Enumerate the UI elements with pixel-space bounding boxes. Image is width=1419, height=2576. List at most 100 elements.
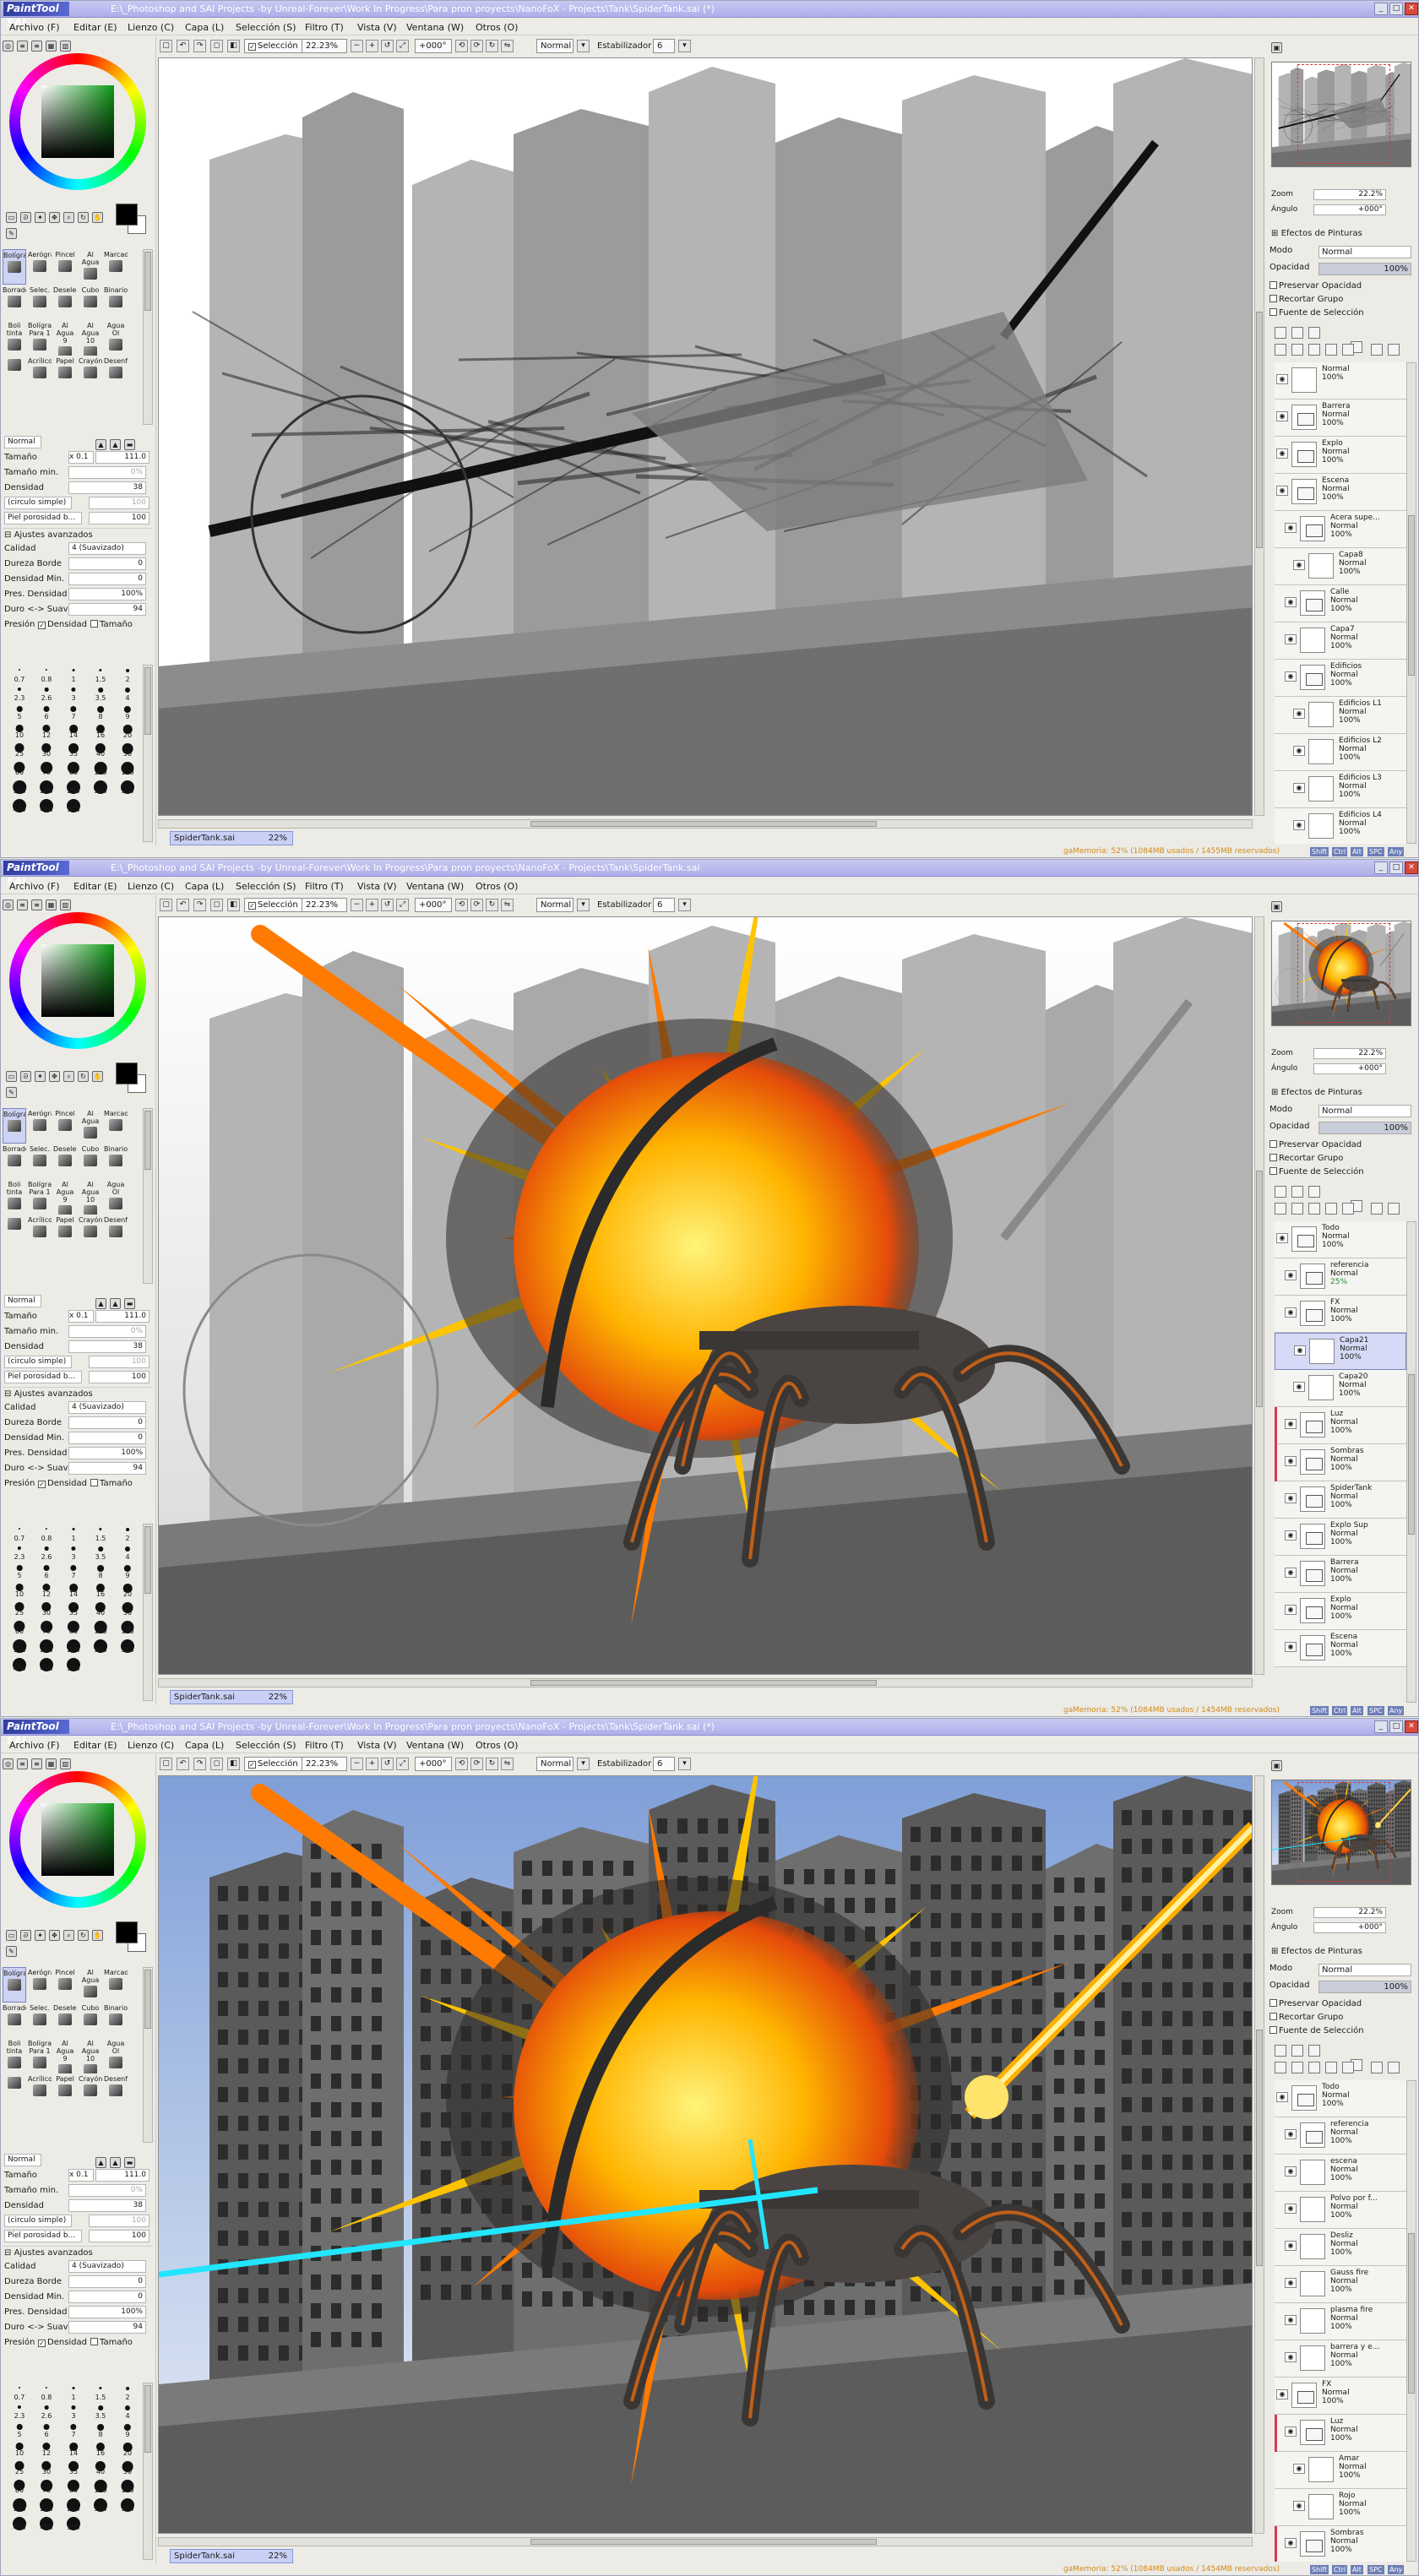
- new-linework-icon[interactable]: [1291, 1186, 1303, 1198]
- zoom-in-icon[interactable]: +: [366, 40, 378, 52]
- visibility-eye-icon[interactable]: ◉: [1285, 1530, 1297, 1541]
- brush-size-preset[interactable]: 30: [33, 2457, 60, 2475]
- rotate-reset-icon[interactable]: ↻: [486, 40, 498, 52]
- canvas-horizontal-scrollbar[interactable]: [158, 1678, 1253, 1687]
- brush-mode-select[interactable]: Normal: [4, 2154, 41, 2166]
- tool-scrollbar[interactable]: [143, 1967, 153, 2143]
- stabilizer-field[interactable]: 6: [653, 1757, 675, 1771]
- brush-size-preset[interactable]: 0.8: [33, 2383, 60, 2401]
- zoom-icon[interactable]: ⌕: [63, 1071, 74, 1082]
- layer-item[interactable]: ◉ Sombras Normal 100%: [1275, 1444, 1406, 1481]
- brush-size-preset[interactable]: 450: [33, 2513, 60, 2531]
- foreground-color-swatch[interactable]: [116, 1921, 138, 1943]
- zoom-out-icon[interactable]: −: [351, 40, 363, 52]
- layer-item[interactable]: ◉ Capa8 Normal 100%: [1275, 548, 1406, 585]
- zoom-out-icon[interactable]: −: [351, 1758, 363, 1770]
- menu-capa[interactable]: Capa (L): [185, 1740, 224, 1751]
- rotate-icon[interactable]: ↻: [78, 1930, 89, 1941]
- rotate-icon[interactable]: ↻: [78, 1071, 89, 1082]
- brush-size-preset[interactable]: 10: [6, 720, 33, 739]
- visibility-eye-icon[interactable]: ◉: [1285, 2352, 1297, 2362]
- zoom-field[interactable]: 22.23%: [302, 39, 347, 53]
- density-value[interactable]: 38: [68, 1340, 146, 1353]
- size-value[interactable]: 111.0: [95, 451, 150, 464]
- menu-vista[interactable]: Vista (V): [357, 881, 397, 892]
- link-icon[interactable]: [1388, 1203, 1400, 1215]
- brush-size-preset[interactable]: 7: [60, 702, 87, 720]
- document-tab[interactable]: SpiderTank.sai 22%: [170, 831, 293, 845]
- brush-size-preset[interactable]: 60: [6, 1617, 33, 1635]
- pressure-density-toggle[interactable]: ✓ Densidad: [38, 2338, 87, 2347]
- visibility-eye-icon[interactable]: ◉: [1285, 2204, 1297, 2214]
- rgb-mode-icon[interactable]: ≡: [17, 1758, 28, 1769]
- shape-select[interactable]: (circulo simple): [4, 497, 72, 509]
- maximize-button[interactable]: □: [1389, 1720, 1403, 1733]
- zoom-reset-icon[interactable]: ↺: [381, 40, 394, 52]
- layer-item[interactable]: ◉ Edificios L2 Normal 100%: [1275, 734, 1406, 771]
- nav-zoom-value[interactable]: 22.2%: [1313, 189, 1386, 200]
- copy-layer-icon[interactable]: [1275, 344, 1286, 356]
- visibility-eye-icon[interactable]: ◉: [1294, 1345, 1306, 1356]
- tool-3[interactable]: Pincel: [53, 1967, 77, 2003]
- brush-size-preset[interactable]: 20: [114, 720, 141, 739]
- preserve-opacity-toggle[interactable]: Preservar Opacidad: [1269, 1999, 1362, 2008]
- blend-select[interactable]: Normal: [536, 1757, 574, 1771]
- undo-icon[interactable]: ↶: [177, 899, 189, 911]
- brush-size-preset[interactable]: 100: [87, 1617, 114, 1635]
- layer-item[interactable]: ◉ Capa21 Normal 100%: [1275, 1333, 1406, 1370]
- brush-size-preset[interactable]: 3: [60, 1542, 87, 1561]
- brush-size-preset[interactable]: 400: [6, 2513, 33, 2531]
- navigator-viewport[interactable]: [1297, 64, 1390, 164]
- tool-20[interactable]: Desenf.: [104, 356, 128, 391]
- brush-size-preset[interactable]: 0.8: [33, 1524, 60, 1542]
- zoom-reset-icon[interactable]: ↺: [381, 1758, 394, 1770]
- blend-select[interactable]: Normal: [536, 898, 574, 912]
- tool-20[interactable]: Desenf.: [104, 1215, 128, 1250]
- selection-toggle[interactable]: ✓ Selección: [244, 1757, 302, 1771]
- brush-size-preset[interactable]: 9: [114, 2420, 141, 2438]
- foreground-color-swatch[interactable]: [116, 1062, 138, 1084]
- pressure-density-toggle[interactable]: ✓ Densidad: [38, 620, 87, 629]
- brush-size-preset[interactable]: 35: [60, 739, 87, 758]
- menu-filtro[interactable]: Filtro (T): [305, 881, 344, 892]
- angle-field[interactable]: +000°: [415, 898, 452, 912]
- magic-wand-icon[interactable]: ✦: [35, 1071, 46, 1082]
- tool-17[interactable]: Acrílico: [28, 1215, 52, 1250]
- layer-item[interactable]: ◉ Edificios L1 Normal 100%: [1275, 697, 1406, 734]
- brush-size-preset[interactable]: 300: [87, 2494, 114, 2513]
- stabilizer-dropdown-icon[interactable]: ▾: [678, 40, 691, 52]
- stabilizer-dropdown-icon[interactable]: ▾: [678, 899, 691, 911]
- brush-size-preset[interactable]: 2: [114, 665, 141, 683]
- edge-value[interactable]: 0: [68, 557, 146, 570]
- move-icon[interactable]: ✥: [49, 1071, 60, 1082]
- tool-7[interactable]: Selec.: [28, 1144, 52, 1179]
- brush-size-preset[interactable]: 3: [60, 2401, 87, 2420]
- palette-mode-icon[interactable]: ▦: [46, 41, 57, 52]
- tool-18[interactable]: Papel: [53, 2073, 77, 2109]
- brush-size-preset[interactable]: 16: [87, 1579, 114, 1598]
- new-folder-icon[interactable]: [1308, 327, 1320, 339]
- brush-size-preset[interactable]: 2: [114, 1524, 141, 1542]
- selection-source-toggle[interactable]: Fuente de Selección: [1269, 2026, 1364, 2035]
- brush-size-preset[interactable]: 500: [60, 1654, 87, 1672]
- tool-5[interactable]: Marcador: [104, 249, 128, 285]
- menu-capa[interactable]: Capa (L): [185, 881, 224, 892]
- tool-14[interactable]: Al Agua 10: [79, 1179, 102, 1215]
- brush-size-preset[interactable]: 1.5: [87, 2383, 114, 2401]
- visibility-eye-icon[interactable]: ◉: [1276, 374, 1288, 384]
- tool-6[interactable]: Borrador: [3, 1144, 26, 1179]
- layer-item[interactable]: ◉ Normal 100%: [1275, 362, 1406, 399]
- delete-layer-icon[interactable]: [1342, 1203, 1354, 1215]
- brush-size-preset[interactable]: 5: [6, 702, 33, 720]
- menu-filtro[interactable]: Filtro (T): [305, 22, 344, 33]
- nav-angle-value[interactable]: +000°: [1313, 204, 1386, 215]
- mask-icon[interactable]: [1325, 1203, 1337, 1215]
- clip-group-checkbox[interactable]: [1269, 295, 1277, 302]
- tool-9[interactable]: Cubo: [79, 1144, 102, 1179]
- visibility-eye-icon[interactable]: ◉: [1285, 2241, 1297, 2251]
- shape-select[interactable]: (circulo simple): [4, 1356, 72, 1368]
- flip-icon[interactable]: ⇋: [501, 899, 514, 911]
- brush-size-preset[interactable]: 6: [33, 1561, 60, 1579]
- tool-14[interactable]: Al Agua 10: [79, 320, 102, 356]
- layer-item[interactable]: ◉ Gauss fire Normal 100%: [1275, 2266, 1406, 2303]
